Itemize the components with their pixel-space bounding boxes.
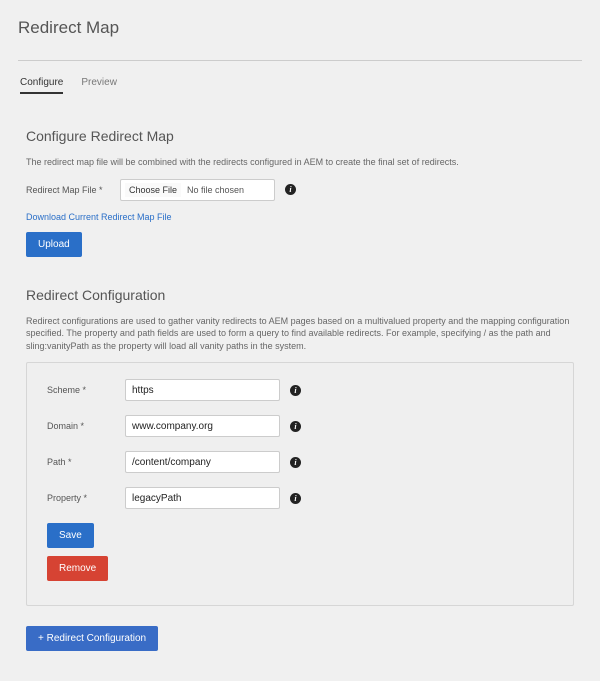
file-input[interactable]: Choose File No file chosen — [120, 179, 275, 201]
page-container: Redirect Map Configure Preview Configure… — [0, 0, 600, 681]
path-row: Path * i — [47, 451, 557, 473]
info-icon[interactable]: i — [290, 457, 301, 468]
redirect-config-help: Redirect configurations are used to gath… — [26, 315, 574, 353]
domain-label: Domain * — [47, 421, 119, 431]
redirect-config-panel: Scheme * i Domain * i Path * i Property … — [26, 362, 574, 606]
info-icon[interactable]: i — [290, 493, 301, 504]
path-input[interactable] — [125, 451, 280, 473]
info-icon[interactable]: i — [290, 421, 301, 432]
tab-bar: Configure Preview — [18, 77, 582, 94]
section-title-configure-map: Configure Redirect Map — [26, 128, 574, 144]
download-link[interactable]: Download Current Redirect Map File — [26, 212, 172, 222]
file-row: Redirect Map File * Choose File No file … — [26, 179, 574, 201]
info-icon[interactable]: i — [290, 385, 301, 396]
configure-map-help: The redirect map file will be combined w… — [26, 156, 574, 169]
property-row: Property * i — [47, 487, 557, 509]
tab-configure[interactable]: Configure — [20, 77, 63, 94]
domain-row: Domain * i — [47, 415, 557, 437]
info-icon[interactable]: i — [285, 184, 296, 195]
scheme-input[interactable] — [125, 379, 280, 401]
save-button[interactable]: Save — [47, 523, 94, 548]
page-title: Redirect Map — [18, 18, 582, 38]
add-redirect-config-button[interactable]: + Redirect Configuration — [26, 626, 158, 651]
file-label: Redirect Map File * — [26, 185, 114, 195]
property-label: Property * — [47, 493, 119, 503]
divider — [18, 60, 582, 61]
configure-panel: Configure Redirect Map The redirect map … — [18, 112, 582, 663]
domain-input[interactable] — [125, 415, 280, 437]
scheme-label: Scheme * — [47, 385, 119, 395]
path-label: Path * — [47, 457, 119, 467]
section-title-redirect-config: Redirect Configuration — [26, 287, 574, 303]
remove-button[interactable]: Remove — [47, 556, 108, 581]
tab-preview[interactable]: Preview — [81, 77, 117, 94]
property-input[interactable] — [125, 487, 280, 509]
file-status: No file chosen — [187, 185, 244, 195]
upload-button[interactable]: Upload — [26, 232, 82, 257]
choose-file-button[interactable]: Choose File — [125, 183, 181, 197]
scheme-row: Scheme * i — [47, 379, 557, 401]
